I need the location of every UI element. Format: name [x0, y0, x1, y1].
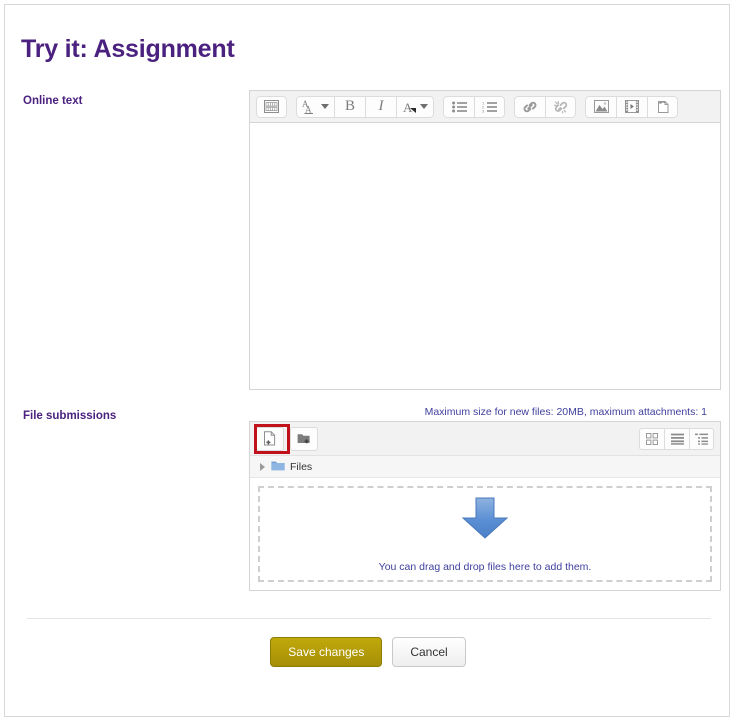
online-text-label: Online text [23, 95, 83, 107]
unlink-icon[interactable] [545, 95, 576, 118]
folder-icon [271, 458, 285, 476]
file-drop-zone[interactable]: You can drag and drop files here to add … [250, 478, 720, 590]
bullet-list-icon[interactable] [443, 95, 474, 118]
image-icon[interactable] [585, 95, 616, 118]
save-changes-button[interactable]: Save changes [270, 637, 383, 667]
cancel-button[interactable]: Cancel [392, 637, 466, 667]
toolbar-group-lists: 1 2 3 [443, 95, 505, 118]
file-drop-zone-inner[interactable]: You can drag and drop files here to add … [258, 486, 712, 582]
font-style-icon[interactable]: A A [296, 95, 334, 118]
file-manager-path-bar[interactable]: Files [250, 456, 720, 478]
toolbar-group-style: A A B I A [296, 95, 434, 118]
link-icon[interactable] [514, 95, 545, 118]
view-list-button[interactable] [664, 427, 689, 450]
online-text-editor: A A B I A 1 2 3 [249, 90, 721, 390]
toolbar-group-media [585, 95, 678, 118]
drop-zone-text: You can drag and drop files here to add … [378, 560, 592, 573]
file-manager-toolbar [250, 422, 720, 456]
page-title: Try it: Assignment [21, 35, 235, 63]
editor-toolbar: A A B I A 1 2 3 [249, 90, 721, 122]
media-icon[interactable] [616, 95, 647, 118]
page-frame: Try it: Assignment Online text A A B I A… [4, 4, 730, 717]
numbered-list-icon[interactable]: 1 2 3 [474, 95, 505, 118]
italic-icon[interactable]: I [365, 95, 396, 118]
svg-text:A: A [305, 104, 312, 114]
chevron-down-icon [419, 104, 428, 109]
svg-text:A: A [403, 100, 413, 114]
form-actions: Save changes Cancel [5, 637, 731, 667]
download-arrow-icon [460, 496, 510, 545]
manage-files-icon[interactable] [647, 95, 678, 118]
online-text-input[interactable] [249, 122, 721, 390]
view-tree-button[interactable] [689, 427, 714, 450]
expand-toolbar-icon[interactable] [256, 95, 287, 118]
bold-icon[interactable]: B [334, 95, 365, 118]
max-size-note: Maximum size for new files: 20MB, maximu… [424, 406, 707, 418]
footer-divider [27, 618, 711, 619]
toolbar-group-expand [256, 95, 287, 118]
path-root-label: Files [290, 460, 313, 473]
file-submissions-label: File submissions [23, 410, 117, 422]
create-folder-button[interactable] [290, 426, 318, 451]
toolbar-group-links [514, 95, 576, 118]
file-manager: Files You can drag and drop files here t… [249, 421, 721, 591]
add-file-highlight [254, 424, 290, 454]
svg-text:3: 3 [482, 108, 485, 112]
text-color-icon[interactable]: A [396, 95, 434, 118]
view-icons-button[interactable] [639, 427, 664, 450]
file-manager-view-switcher [639, 427, 714, 450]
expand-triangle-icon[interactable] [260, 462, 265, 471]
chevron-down-icon [321, 104, 329, 109]
